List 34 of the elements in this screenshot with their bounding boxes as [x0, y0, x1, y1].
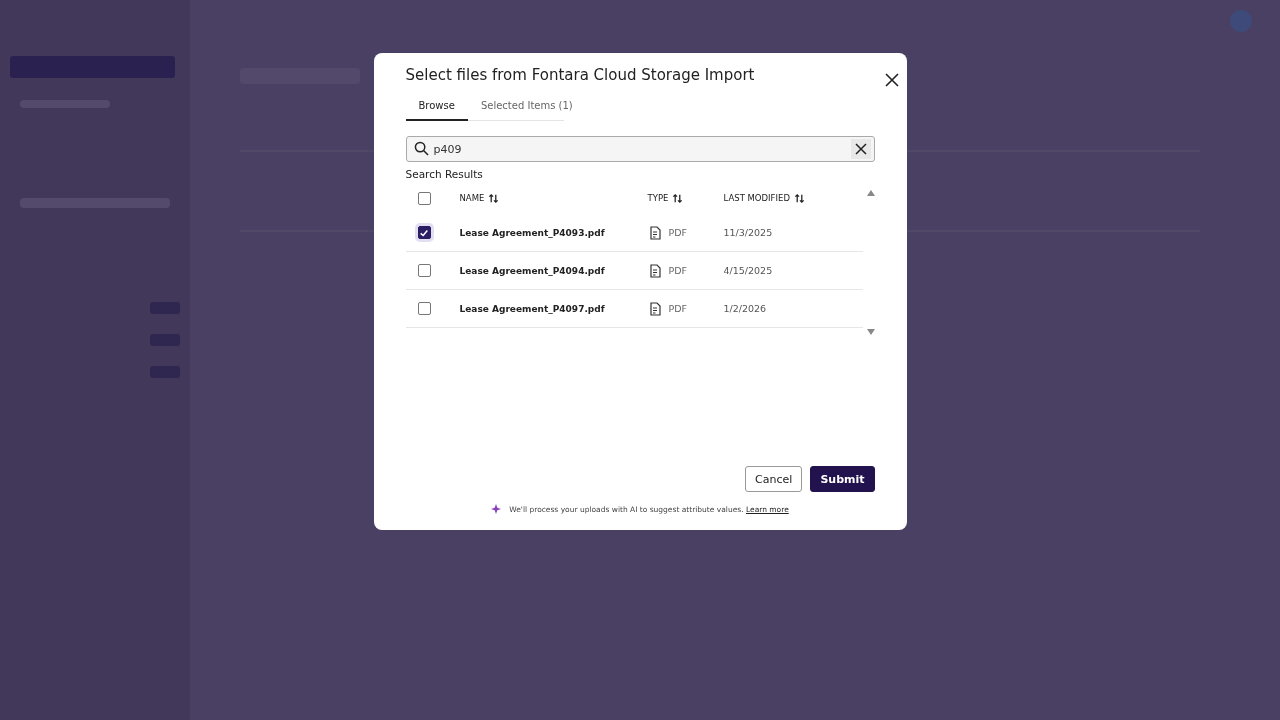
- file-name: Lease Agreement_P4094.pdf: [459, 265, 606, 276]
- file-type: PDF: [668, 265, 687, 276]
- modified-date: 1/2/2026: [723, 303, 768, 314]
- document-icon: [649, 263, 661, 278]
- submit-button[interactable]: Submit: [810, 466, 875, 492]
- scroll-down-icon[interactable]: [866, 329, 875, 335]
- column-header[interactable]: LAST MODIFIED: [723, 193, 790, 203]
- file-name: Lease Agreement_P4093.pdf: [459, 227, 606, 238]
- sparkle-icon: [491, 504, 502, 514]
- column-header[interactable]: TYPE: [647, 193, 669, 203]
- clear-icon[interactable]: [850, 139, 871, 159]
- search-icon: [413, 141, 429, 156]
- tab[interactable]: Browse: [405, 95, 468, 121]
- file-type: PDF: [668, 227, 687, 238]
- document-icon: [649, 225, 661, 240]
- file-name: Lease Agreement_P4097.pdf: [459, 303, 606, 314]
- document-icon: [649, 301, 661, 316]
- file-type: PDF: [668, 303, 687, 314]
- cancel-button[interactable]: Cancel: [745, 466, 803, 492]
- modified-date: 11/3/2025: [723, 227, 774, 238]
- select-all-checkbox[interactable]: [417, 191, 431, 205]
- scroll-up-icon[interactable]: [866, 190, 875, 196]
- tab[interactable]: Selected Items (1): [467, 95, 586, 121]
- section-heading: Search Results: [405, 168, 484, 180]
- sort-icon[interactable]: [672, 192, 684, 204]
- search-field[interactable]: p409: [405, 136, 875, 162]
- column-header[interactable]: NAME: [459, 193, 485, 203]
- dialog-title: Select files from Fontara Cloud Storage Import: [405, 66, 755, 84]
- row-checkbox[interactable]: [417, 302, 431, 315]
- sort-icon[interactable]: [793, 192, 805, 204]
- sort-icon[interactable]: [488, 192, 500, 204]
- row-checkbox[interactable]: [417, 226, 431, 239]
- modified-date: 4/15/2025: [723, 265, 774, 276]
- row-checkbox[interactable]: [417, 264, 431, 277]
